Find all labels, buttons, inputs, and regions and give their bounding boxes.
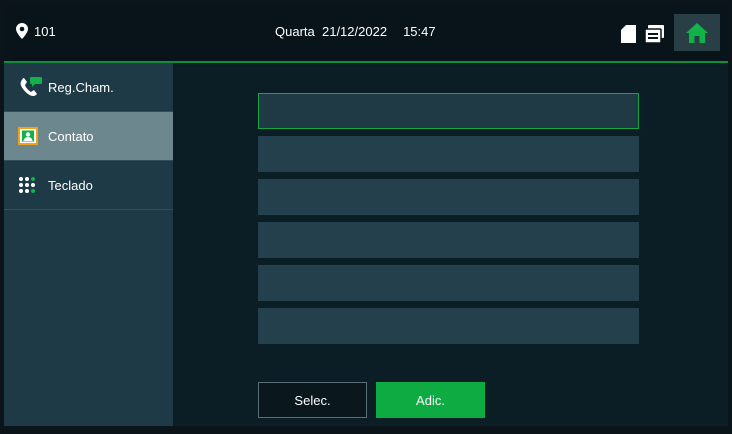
contact-row[interactable] bbox=[258, 136, 639, 172]
contact-row[interactable] bbox=[258, 308, 639, 344]
contact-row[interactable] bbox=[258, 265, 639, 301]
sd-card-icon bbox=[621, 25, 636, 43]
location-number: 101 bbox=[34, 23, 56, 39]
call-log-icon bbox=[18, 76, 44, 98]
contact-icon bbox=[18, 127, 38, 145]
contact-row[interactable] bbox=[258, 93, 639, 129]
message-icon bbox=[645, 25, 664, 43]
sidebar-item-keypad[interactable]: Teclado bbox=[4, 161, 173, 210]
weekday: Quarta bbox=[275, 24, 315, 39]
date-time: Quarta 21/12/2022 15:47 bbox=[275, 24, 436, 39]
sidebar-item-call-log[interactable]: Reg.Cham. bbox=[4, 63, 173, 112]
contact-row[interactable] bbox=[258, 222, 639, 258]
contact-list-panel: Selec. Adic. bbox=[173, 63, 728, 426]
date: 21/12/2022 bbox=[321, 24, 388, 39]
sidebar: Reg.Cham. Contato Teclado bbox=[4, 63, 173, 426]
home-button[interactable] bbox=[674, 14, 720, 51]
contact-row[interactable] bbox=[258, 179, 639, 215]
home-icon bbox=[686, 22, 708, 43]
sidebar-item-label: Contato bbox=[48, 128, 94, 144]
sidebar-item-contact[interactable]: Contato bbox=[4, 112, 173, 161]
add-button[interactable]: Adic. bbox=[376, 382, 485, 418]
intercom-screen: 101 Quarta 21/12/2022 15:47 Reg.Cham. Co… bbox=[4, 4, 728, 426]
time: 15:47 bbox=[403, 24, 436, 39]
top-bar: 101 Quarta 21/12/2022 15:47 bbox=[4, 4, 728, 63]
location-pin-icon bbox=[16, 23, 28, 39]
sidebar-item-label: Teclado bbox=[48, 177, 93, 193]
keypad-icon bbox=[18, 176, 36, 194]
select-button[interactable]: Selec. bbox=[258, 382, 367, 418]
location-indicator: 101 bbox=[16, 23, 56, 39]
sidebar-item-label: Reg.Cham. bbox=[48, 79, 114, 95]
